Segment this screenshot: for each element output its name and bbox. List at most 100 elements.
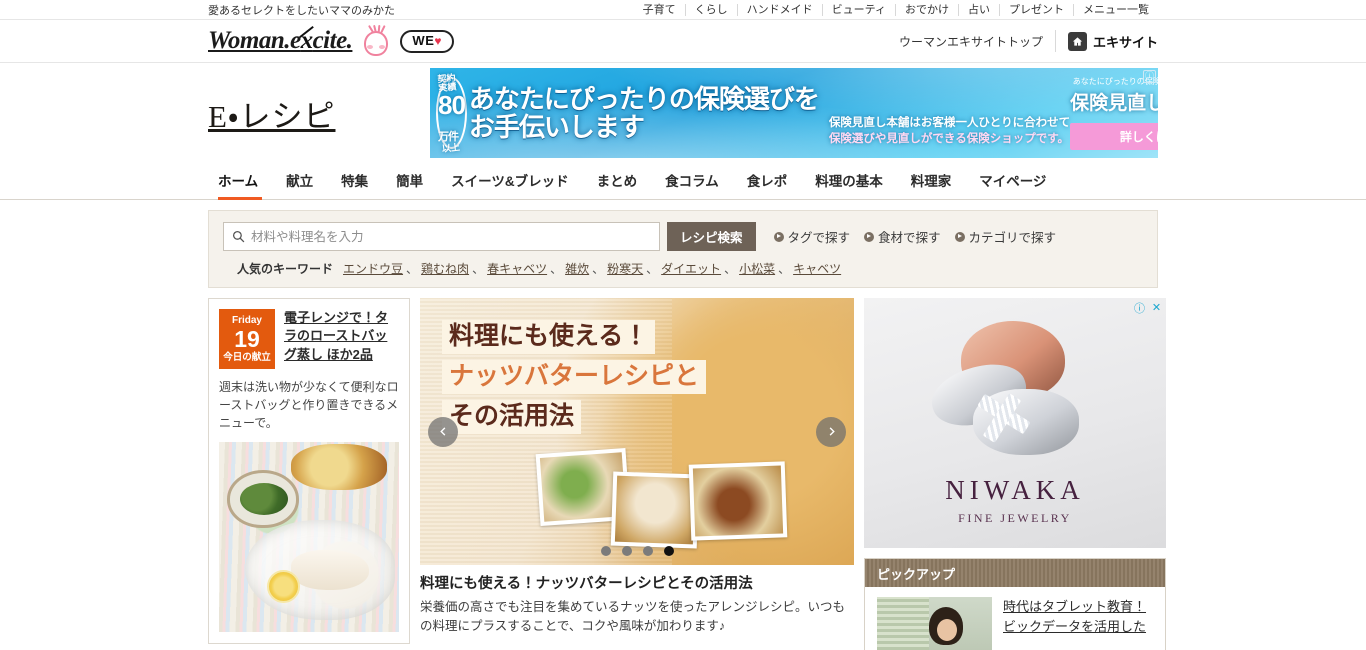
search-box[interactable] <box>223 222 660 251</box>
search-input[interactable] <box>251 229 651 244</box>
ad-seal-badge: 契約実績 80万件 以上 <box>436 72 467 153</box>
carousel-photo-collage <box>535 447 838 557</box>
carousel-dot-3[interactable] <box>642 546 653 556</box>
nav-item-matome[interactable]: まとめ <box>583 170 652 199</box>
utility-bar: 愛あるセレクトをしたいママのみかた 子育て くらし ハンドメイド ビューティ お… <box>0 0 1366 20</box>
ad-brand-name: 保険見直し本舗 <box>1070 93 1158 114</box>
insurance-banner-ad[interactable]: ⓘ 契約実績 80万件 以上 あなたにぴったりの保険選びを お手伝いします 保険… <box>430 68 1158 158</box>
niwaka-jewelry-ad[interactable]: ⓘ ✕ NIWAKA FINE JEWELRY <box>864 298 1166 548</box>
ad-subtext-line2: 保険選びや見直しができる保険ショップです。 <box>828 133 1070 146</box>
ad-brand-block: あなたにぴったりの保険がきっとみつかる 保険見直し本舗 詳しくは ▸ <box>1070 76 1158 150</box>
niwaka-brand-name: NIWAKA <box>945 475 1085 505</box>
arrow-bullet-icon <box>864 231 875 242</box>
utility-link-beauty[interactable]: ビューティ <box>821 3 895 16</box>
utility-link-menu-list[interactable]: メニュー一覧 <box>1073 3 1158 16</box>
pickup-thumbnail[interactable] <box>877 597 992 650</box>
utility-link-odekake[interactable]: おでかけ <box>895 3 958 16</box>
site-logo[interactable]: E・レシピ <box>208 91 430 136</box>
search-icon <box>232 230 245 243</box>
page-root: 愛あるセレクトをしたいママのみかた 子育て くらし ハンドメイド ビューティ お… <box>0 0 1366 650</box>
utility-link-kurashi[interactable]: くらし <box>684 3 737 16</box>
keyword-link[interactable]: ダイエット <box>661 260 721 277</box>
search-panel: レシピ検索 タグで探す 食材で探す カテゴリで探す 人気のキーワード エンドウ豆… <box>208 210 1158 288</box>
left-column: Friday 19 今日の献立 電子レンジで！タラのローストバッグ蒸し ほか2品… <box>208 298 410 644</box>
utility-link-uranai[interactable]: 占い <box>958 3 999 16</box>
carousel-caption-description: 栄養価の高さでも注目を集めているナッツを使ったアレンジレシピ。いつもの料理にプラ… <box>420 599 846 634</box>
chevron-left-icon <box>439 427 445 436</box>
carousel-caption-title[interactable]: 料理にも使える！ナッツバターレシピとその活用法 <box>420 575 854 594</box>
center-column: 料理にも使える！ ナッツバターレシピと その活用法 料理にも使える！ナッツバター… <box>420 298 854 637</box>
woman-excite-top-link[interactable]: ウーマンエキサイトトップ <box>899 33 1043 50</box>
nav-item-home[interactable]: ホーム <box>208 170 272 200</box>
search-by-ingredient-link[interactable]: 食材で探す <box>864 227 941 246</box>
ad-subtext: 保険見直し本舗はお客様一人ひとりに合わせて 保険選びや見直しができる保険ショップ… <box>829 115 1070 148</box>
menu-card-description: 週末は洗い物が少なくて便利なローストバッグと作り置きできるメニューで。 <box>219 380 399 430</box>
ad-seal-number: 80万件 <box>438 89 466 143</box>
nav-item-tokushu[interactable]: 特集 <box>327 170 382 199</box>
heart-icon: ♥ <box>434 33 442 48</box>
ad-cta-button[interactable]: 詳しくは ▸ <box>1070 123 1158 150</box>
keyword-link[interactable]: エンドウ豆 <box>343 260 403 277</box>
ad-seal-top: 契約実績 <box>437 72 457 93</box>
pickup-item-link[interactable]: 時代はタブレット教育！ビックデータを活用した <box>1003 597 1153 650</box>
ad-close-icon[interactable]: ✕ <box>1150 301 1163 314</box>
carousel-prev-button[interactable] <box>428 416 458 447</box>
date-badge: Friday 19 今日の献立 <box>219 309 275 369</box>
ring-illustration <box>915 315 1115 465</box>
pickup-heading: ピックアップ <box>865 559 1165 587</box>
carousel-dot-2[interactable] <box>621 546 632 556</box>
carousel-dot-1[interactable] <box>600 546 611 556</box>
carousel-dots <box>420 546 854 556</box>
we-badge-label: WE <box>412 32 435 48</box>
utility-links: 子育て くらし ハンドメイド ビューティ おでかけ 占い プレゼント メニュー一… <box>634 3 1158 16</box>
utility-link-present[interactable]: プレゼント <box>999 3 1073 16</box>
nav-item-kantan[interactable]: 簡単 <box>382 170 437 199</box>
woman-excite-logo[interactable]: Woman.excite. <box>208 27 353 55</box>
recipe-search-button[interactable]: レシピ検索 <box>667 222 756 251</box>
pickup-section: ピックアップ 時代はタブレット教育！ビックデータを活用した <box>864 558 1166 650</box>
keyword-link[interactable]: 鶏むね肉 <box>421 260 469 277</box>
nav-item-shoku-repo[interactable]: 食レポ <box>733 170 802 199</box>
hero-line-3: その活用法 <box>442 400 582 434</box>
ad-info-icon[interactable]: ⓘ <box>1143 70 1156 83</box>
niwaka-tagline: FINE JEWELRY <box>958 511 1072 525</box>
hero-carousel[interactable]: 料理にも使える！ ナッツバターレシピと その活用法 <box>420 298 854 565</box>
content-area: Friday 19 今日の献立 電子レンジで！タラのローストバッグ蒸し ほか2品… <box>0 298 1366 650</box>
popular-keywords-label: 人気のキーワード <box>237 262 334 276</box>
keyword-link[interactable]: 春キャベツ <box>487 260 547 277</box>
utility-link-kosodate[interactable]: 子育て <box>634 4 685 16</box>
todays-menu-card[interactable]: Friday 19 今日の献立 電子レンジで！タラのローストバッグ蒸し ほか2品… <box>208 298 410 644</box>
nav-item-shoku-column[interactable]: 食コラム <box>651 170 733 199</box>
keyword-link[interactable]: 雑炊 <box>565 260 589 277</box>
carousel-dot-4[interactable] <box>663 546 674 556</box>
ad-info-icon[interactable]: ⓘ <box>1133 301 1146 315</box>
menu-card-title[interactable]: 電子レンジで！タラのローストバッグ蒸し ほか2品 <box>284 309 399 369</box>
ad-brand-name-row: 保険見直し本舗 <box>1070 88 1158 115</box>
ad-seal-bottom: 以上 <box>441 141 461 154</box>
search-by-tag-link[interactable]: タグで探す <box>773 227 850 246</box>
nav-item-kondate[interactable]: 献立 <box>272 170 327 199</box>
nav-item-sweets-bread[interactable]: スイーツ&ブレッド <box>437 170 582 199</box>
excite-home-link[interactable]: エキサイト <box>1067 31 1158 51</box>
nav-item-ryorika[interactable]: 料理家 <box>897 170 966 199</box>
nav-item-ryori-kihon[interactable]: 料理の基本 <box>801 170 897 199</box>
main-navigation: ホーム 献立 特集 簡単 スイーツ&ブレッド まとめ 食コラム 食レポ 料理の基… <box>0 163 1366 200</box>
menu-card-header: Friday 19 今日の献立 電子レンジで！タラのローストバッグ蒸し ほか2品 <box>219 309 399 369</box>
utility-link-handmade[interactable]: ハンドメイド <box>736 3 822 16</box>
date-day-number: 19 <box>234 325 260 352</box>
keyword-link[interactable]: キャベツ <box>793 260 841 277</box>
main-navigation-inner: ホーム 献立 特集 簡単 スイーツ&ブレッド まとめ 食コラム 食レポ 料理の基… <box>208 170 1060 200</box>
collage-photo <box>688 461 788 541</box>
logo-ad-band: E・レシピ ⓘ 契約実績 80万件 以上 あなたにぴったりの保険選びを お手伝い… <box>0 63 1366 163</box>
keyword-link[interactable]: 小松菜 <box>739 260 775 277</box>
brand-left: Woman.excite. WE♥ <box>208 24 454 57</box>
nav-item-mypage[interactable]: マイページ <box>965 170 1060 199</box>
home-icon <box>1067 31 1087 51</box>
date-badge-label: 今日の献立 <box>223 351 271 363</box>
chevron-right-icon <box>829 427 835 436</box>
carousel-next-button[interactable] <box>816 416 846 447</box>
keyword-link[interactable]: 粉寒天 <box>607 260 643 277</box>
menu-card-photo[interactable] <box>219 442 399 632</box>
we-heart-badge: WE♥ <box>400 29 454 53</box>
search-by-category-link[interactable]: カテゴリで探す <box>954 227 1056 246</box>
